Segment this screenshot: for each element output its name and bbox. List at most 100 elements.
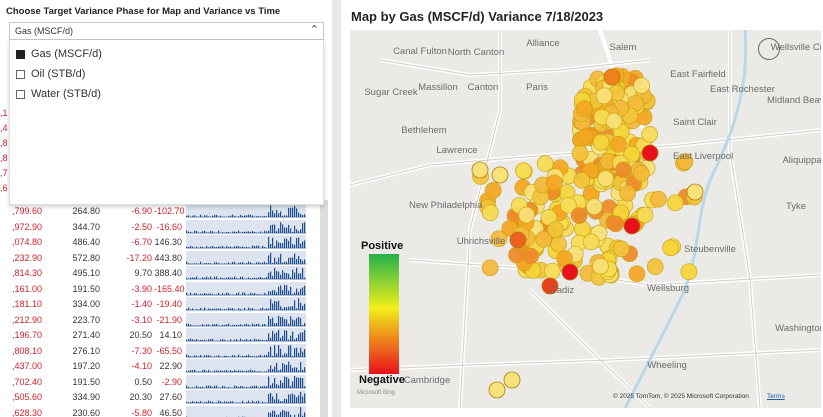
well-bubble[interactable] bbox=[522, 247, 540, 265]
well-bubble[interactable] bbox=[646, 258, 664, 275]
well-bubble[interactable] bbox=[641, 144, 659, 162]
cell-c1: 334.00 bbox=[72, 299, 100, 309]
well-bubble[interactable] bbox=[612, 240, 630, 258]
well-bubble[interactable] bbox=[573, 172, 591, 189]
stub-value: ,6 bbox=[0, 183, 8, 193]
well-bubble[interactable] bbox=[518, 206, 535, 224]
cell-c1: 223.70 bbox=[72, 314, 100, 325]
cell-c2: -3.90 bbox=[131, 283, 152, 294]
table-row[interactable]: ,212.90 223.70 -3.10 -21.90 bbox=[0, 312, 320, 328]
well-bubble[interactable] bbox=[484, 181, 502, 199]
well-bubble[interactable] bbox=[491, 166, 509, 184]
well-bubble[interactable] bbox=[662, 239, 679, 257]
place-label: Saint Clair bbox=[673, 117, 717, 128]
well-bubble[interactable] bbox=[615, 161, 632, 179]
sparkline bbox=[186, 374, 306, 389]
well-bubble[interactable] bbox=[628, 265, 646, 283]
table-row[interactable]: ,628.30 230.60 -5.80 46.50 bbox=[0, 405, 320, 417]
well-bubble[interactable] bbox=[686, 183, 704, 201]
well-bubble[interactable] bbox=[633, 77, 650, 94]
well-bubble[interactable] bbox=[547, 221, 564, 239]
well-bubble[interactable] bbox=[509, 231, 527, 249]
well-bubble[interactable] bbox=[641, 125, 658, 143]
well-bubble[interactable] bbox=[503, 371, 521, 389]
table-row[interactable]: ,799.60 264.80 -6.90 -102.70 bbox=[0, 203, 320, 219]
well-bubble[interactable] bbox=[666, 194, 684, 212]
map-select-icon[interactable] bbox=[758, 38, 780, 60]
option-water[interactable]: Water (STB/d) bbox=[16, 86, 101, 102]
table-row[interactable]: ,505.60 334.90 20.30 27.60 bbox=[0, 389, 320, 405]
well-bubble[interactable] bbox=[636, 206, 654, 224]
well-bubble[interactable] bbox=[595, 87, 613, 105]
cell-c0: ,628.30 bbox=[11, 407, 42, 417]
place-label: Lawrence bbox=[436, 145, 478, 156]
well-bubble[interactable] bbox=[561, 263, 579, 281]
well-bubble[interactable] bbox=[481, 204, 499, 222]
checkbox-gas[interactable] bbox=[16, 49, 25, 59]
well-bubble[interactable] bbox=[592, 257, 609, 275]
well-bubble[interactable] bbox=[577, 128, 595, 145]
well-bubble[interactable] bbox=[680, 263, 698, 281]
stub-value: ,8 bbox=[0, 138, 8, 148]
well-bubble[interactable] bbox=[650, 190, 667, 208]
well-bubble[interactable] bbox=[550, 235, 567, 253]
checkbox-water[interactable] bbox=[16, 89, 25, 99]
well-bubble[interactable] bbox=[508, 246, 525, 264]
well-bubble[interactable] bbox=[597, 170, 614, 187]
table-row[interactable]: ,181.10 334.00 -1.40 -19.40 bbox=[0, 296, 320, 312]
table-scrollbar[interactable] bbox=[320, 200, 328, 417]
cell-c1: 271.40 bbox=[72, 330, 100, 340]
cell-c2: -2.50 bbox=[131, 221, 152, 232]
place-label: East Rochester bbox=[710, 84, 775, 95]
well-bubble[interactable] bbox=[515, 162, 532, 179]
well-bubble[interactable] bbox=[543, 262, 561, 280]
option-gas[interactable]: Gas (MSCF/d) bbox=[16, 46, 102, 62]
well-bubble[interactable] bbox=[619, 184, 636, 202]
table-row[interactable]: ,161.00 191.50 -3.90 -165.40 bbox=[0, 281, 320, 297]
well-bubble[interactable] bbox=[610, 135, 627, 153]
well-bubble[interactable] bbox=[585, 198, 603, 216]
well-bubble[interactable] bbox=[571, 145, 589, 162]
table-row[interactable]: ,972.90 344.70 -2.50 -16.60 bbox=[0, 219, 320, 235]
place-label: New Philadelphia bbox=[409, 200, 483, 211]
phase-dropdown[interactable]: Gas (MSCF/d) ⌃ bbox=[9, 22, 324, 40]
table-row[interactable]: ,808.10 276.10 -7.30 -65.50 bbox=[0, 343, 320, 359]
well-bubble[interactable] bbox=[471, 161, 489, 179]
chevron-up-icon[interactable]: ⌃ bbox=[310, 23, 319, 36]
table-row[interactable]: ,196.70 271.40 20.50 14.10 bbox=[0, 327, 320, 343]
cell-c3: 443.80 bbox=[154, 252, 182, 263]
place-label: Canton bbox=[467, 82, 499, 93]
well-bubble[interactable] bbox=[623, 217, 641, 235]
cell-c0: ,808.10 bbox=[11, 345, 42, 356]
place-label: Cambridge bbox=[403, 375, 451, 386]
well-bubble[interactable] bbox=[592, 133, 610, 151]
table-row[interactable]: ,437.00 197.20 -4.10 22.90 bbox=[0, 358, 320, 374]
map-canvas[interactable]: Canal Fulton North Canton Alliance Salem Wel… bbox=[350, 30, 821, 408]
cell-c0: ,212.90 bbox=[11, 314, 42, 325]
table-row[interactable]: ,232.90 572.80 -17.20 443.80 bbox=[0, 250, 320, 266]
well-bubble[interactable] bbox=[603, 68, 621, 86]
well-bubble[interactable] bbox=[582, 233, 600, 251]
table-row[interactable]: ,702.40 191.50 0.50 -2.90 bbox=[0, 374, 320, 390]
option-oil[interactable]: Oil (STB/d) bbox=[16, 66, 85, 82]
table-row[interactable]: ,074.80 486.40 -6.70 146.30 bbox=[0, 234, 320, 250]
well-bubble[interactable] bbox=[545, 174, 563, 192]
sparkline bbox=[186, 250, 306, 265]
cell-c1: 486.40 bbox=[72, 237, 100, 247]
well-bubble[interactable] bbox=[488, 381, 506, 399]
map-terms-link[interactable]: Terms bbox=[767, 393, 785, 400]
stub-value: ,8 bbox=[0, 153, 8, 163]
stub-value: ,7 bbox=[0, 168, 8, 178]
well-bubble[interactable] bbox=[570, 207, 588, 224]
well-bubble[interactable] bbox=[536, 155, 554, 172]
table-row[interactable]: ,814.30 495.10 9.70 388.40 bbox=[0, 265, 320, 281]
place-label: Bethlehem bbox=[401, 125, 447, 136]
place-label: Midland Beaver Falls bbox=[767, 95, 821, 106]
well-bubble[interactable] bbox=[481, 259, 499, 277]
well-bubble[interactable] bbox=[632, 165, 650, 182]
checkbox-oil[interactable] bbox=[16, 69, 25, 79]
well-bubble[interactable] bbox=[605, 112, 623, 130]
well-bubble[interactable] bbox=[575, 100, 593, 118]
well-bubble[interactable] bbox=[607, 215, 624, 233]
sparkline bbox=[186, 297, 306, 311]
